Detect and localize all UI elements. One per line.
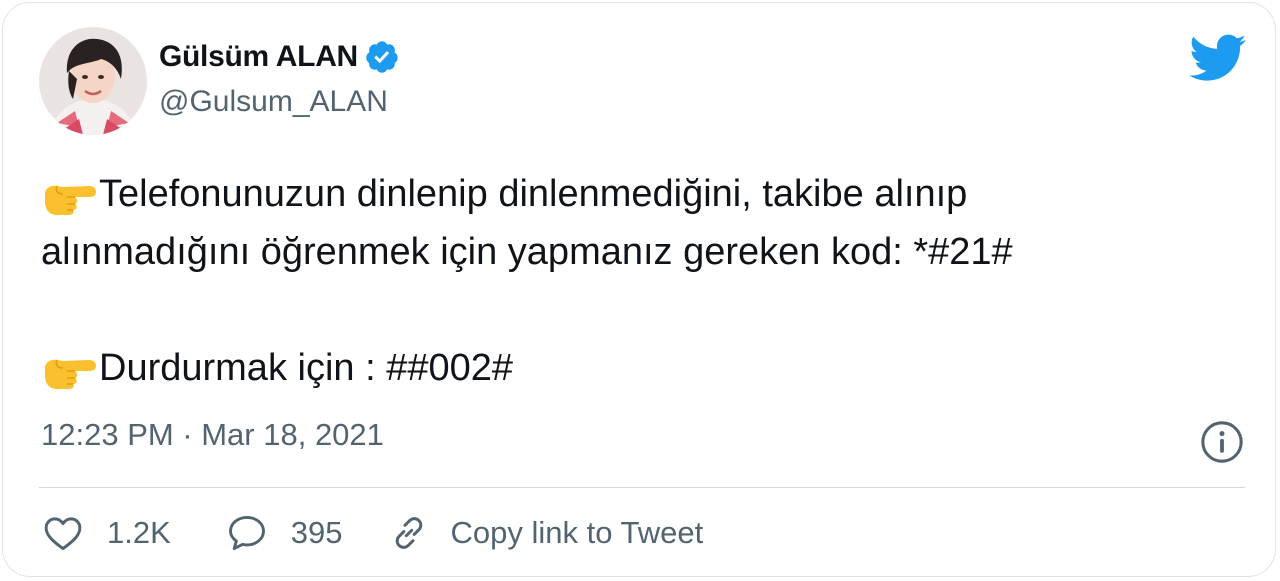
avatar-image	[39, 27, 147, 135]
like-count: 1.2K	[107, 515, 171, 550]
twitter-bird-icon[interactable]	[1189, 33, 1247, 81]
pointing-right-emoji-icon	[45, 359, 96, 389]
info-icon[interactable]	[1199, 419, 1245, 465]
copy-link-button[interactable]: Copy link to Tweet	[387, 511, 704, 555]
tweet-timestamp[interactable]: 12:23 PM · Mar 18, 2021	[41, 417, 384, 453]
copy-link-label: Copy link to Tweet	[450, 515, 704, 550]
user-name[interactable]: Gülsüm ALAN	[159, 40, 358, 74]
tweet-card[interactable]: Gülsüm ALAN @Gulsum_ALAN Telefonunuzun d…	[2, 2, 1276, 577]
tweet-line-3: Durdurmak için : ##002#	[99, 347, 513, 389]
user-handle[interactable]: @Gulsum_ALAN	[159, 85, 388, 119]
verified-badge-icon	[366, 41, 398, 73]
action-bar: 1.2K 395 Copy link to Tweet	[41, 509, 703, 557]
like-button[interactable]: 1.2K	[41, 511, 171, 555]
tweet-line-1: Telefonunuzun dinlenip dinlenmediğini, t…	[99, 173, 968, 215]
tweet-line: alınmadığını öğrenmek için yapmanız gere…	[41, 223, 1251, 281]
tweet-line-2: alınmadığını öğrenmek için yapmanız gere…	[41, 231, 1013, 273]
pointing-right-emoji-icon	[45, 185, 96, 215]
heart-icon	[44, 517, 82, 551]
tweet-text: Telefonunuzun dinlenip dinlenmediğini, t…	[41, 165, 1251, 397]
avatar[interactable]	[39, 27, 147, 135]
tweet-line: Durdurmak için : ##002#	[41, 339, 1251, 397]
reply-bubble-icon	[228, 515, 265, 551]
tweet-line: Telefonunuzun dinlenip dinlenmediğini, t…	[41, 165, 1251, 223]
reply-button[interactable]: 395	[225, 511, 343, 555]
link-icon	[395, 517, 422, 549]
user-name-row[interactable]: Gülsüm ALAN	[159, 37, 400, 77]
divider	[39, 487, 1245, 488]
reply-count: 395	[290, 515, 343, 550]
